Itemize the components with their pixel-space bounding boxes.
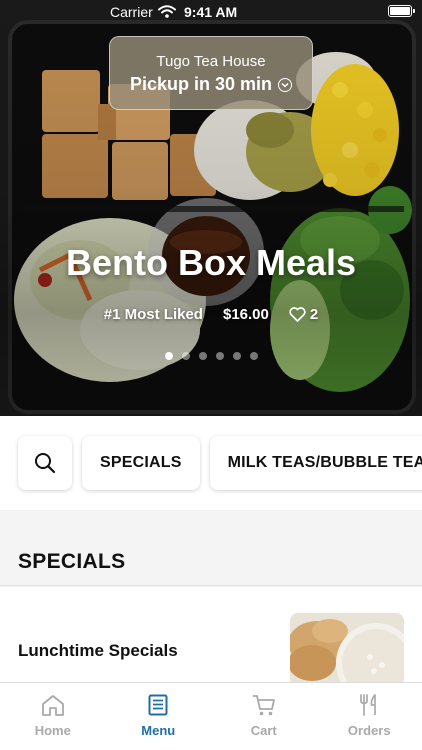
featured-meta: #1 Most Liked $16.00 2 <box>0 306 422 323</box>
featured-badge: #1 Most Liked <box>103 306 203 323</box>
category-bar: SPECIALS MILK TEAS/BUBBLE TEAS <box>0 416 422 510</box>
tab-bar: Home Menu Cart Orders <box>0 682 422 750</box>
clock: 9:41 AM <box>184 4 238 20</box>
tab-home[interactable]: Home <box>0 683 106 750</box>
carousel-dot[interactable] <box>164 352 173 360</box>
tab-label: Menu <box>141 723 176 738</box>
chevron-down-icon <box>278 77 293 92</box>
category-chip-specials[interactable]: SPECIALS <box>82 436 200 490</box>
store-name: Tugo Tea House <box>156 53 266 70</box>
search-button[interactable] <box>18 436 72 490</box>
list-item[interactable]: Lunchtime Specials <box>0 587 422 687</box>
heart-icon <box>289 307 306 322</box>
carrier-label: Carrier <box>110 4 153 20</box>
store-pickup-selector[interactable]: Tugo Tea House Pickup in 30 min <box>109 36 313 110</box>
tab-label: Orders <box>347 723 391 738</box>
home-icon <box>41 695 64 716</box>
carousel-dot[interactable] <box>215 352 224 360</box>
carousel-dots[interactable] <box>0 352 422 360</box>
menu-icon <box>148 694 168 716</box>
carousel-dot[interactable] <box>232 352 241 360</box>
like-button[interactable]: 2 <box>289 306 318 323</box>
like-count: 2 <box>309 306 319 323</box>
item-thumbnail <box>290 613 404 687</box>
item-name: Lunchtime Specials <box>18 641 178 660</box>
orders-icon <box>360 694 377 716</box>
section-title: SPECIALS <box>18 550 126 573</box>
tab-orders[interactable]: Orders <box>317 683 422 750</box>
featured-title: Bento Box Meals <box>65 242 357 283</box>
section-header: SPECIALS <box>0 510 422 586</box>
tab-label: Home <box>34 723 71 738</box>
carousel-dot[interactable] <box>181 352 190 360</box>
category-chip-milk-teas[interactable]: MILK TEAS/BUBBLE TEAS <box>209 436 422 490</box>
cart-icon <box>252 695 275 716</box>
battery-icon <box>388 5 415 17</box>
carousel-dot[interactable] <box>249 352 258 360</box>
carousel-dot[interactable] <box>198 352 207 360</box>
hero-banner[interactable]: Carrier 9:41 AM Tugo Tea House Pickup in… <box>0 0 422 416</box>
search-icon <box>35 453 56 474</box>
featured-price: $16.00 <box>222 306 269 323</box>
tab-label: Cart <box>250 723 277 738</box>
pickup-time: Pickup in 30 min <box>129 74 273 94</box>
wifi-icon <box>158 5 176 18</box>
status-bar: Carrier 9:41 AM <box>0 0 422 24</box>
tab-menu[interactable]: Menu <box>106 683 212 750</box>
tab-cart[interactable]: Cart <box>211 683 317 750</box>
